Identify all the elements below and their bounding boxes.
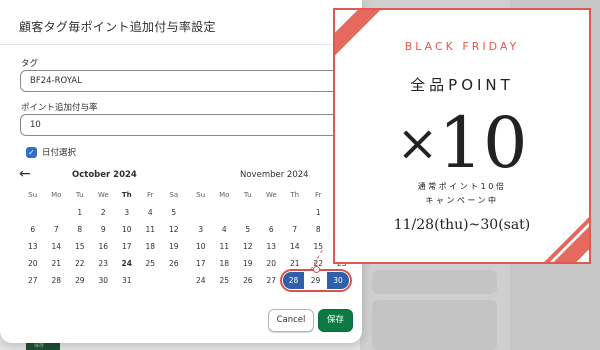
black-friday-promo-card: BLACK FRIDAY 全品POINT ×10 通常ポイント10倍 キャンペー… <box>333 8 591 264</box>
calendar-day[interactable]: 24 <box>115 255 139 272</box>
calendar-day[interactable]: 8 <box>68 221 92 238</box>
calendar-day[interactable]: 6 <box>260 221 284 238</box>
calendar-day[interactable]: 19 <box>162 238 186 255</box>
calendar-october: Su Mo Tu We Th Fr Sa 1 2 3 4 5 6 7 8 9 10 11 12 13 14 15 16 17 1… <box>21 186 186 289</box>
calendar-day[interactable]: 31 <box>115 272 139 289</box>
calendar-day[interactable]: 18 <box>213 255 237 272</box>
promo-event-title: BLACK FRIDAY <box>404 40 520 53</box>
calendar-day[interactable]: 14 <box>45 238 69 255</box>
selected-day-28[interactable]: 28 <box>283 272 304 289</box>
date-select-row[interactable]: ✓ 日付選択 <box>26 146 76 158</box>
calendar-day[interactable]: 3 <box>115 204 139 221</box>
weekday-header: Th <box>290 191 300 199</box>
save-button[interactable]: 保存 <box>318 309 353 332</box>
calendar-day[interactable]: 10 <box>115 221 139 238</box>
promo-headline: 全品POINT <box>410 76 514 94</box>
calendar-day[interactable]: 2 <box>92 204 116 221</box>
calendar-day[interactable]: 1 <box>68 204 92 221</box>
calendar-day[interactable]: 25 <box>139 255 163 272</box>
weekday-header: Mo <box>51 191 62 199</box>
calendar-day[interactable]: 27 <box>21 272 45 289</box>
calendar-day[interactable]: 1 <box>307 204 331 221</box>
weekday-header: Tu <box>243 191 252 199</box>
calendar-day[interactable]: 11 <box>213 238 237 255</box>
calendar-day[interactable]: 3 <box>189 221 213 238</box>
calendar-day[interactable]: 30 <box>92 272 116 289</box>
weekday-header: Mo <box>219 191 230 199</box>
multiply-sign: × <box>396 114 439 172</box>
checkbox-checked-icon[interactable]: ✓ <box>26 146 37 158</box>
rate-label: ポイント追加付与率 <box>21 103 98 113</box>
weekday-header: We <box>97 191 109 199</box>
calendar-day[interactable]: 5 <box>162 204 186 221</box>
weekday-header: Tu <box>75 191 84 199</box>
calendar-day[interactable]: 20 <box>21 255 45 272</box>
cancel-button[interactable]: Cancel <box>268 309 314 332</box>
calendar-day[interactable]: 17 <box>115 238 139 255</box>
previous-month-arrow-icon[interactable]: ← <box>19 166 31 182</box>
callout-dot <box>313 266 320 273</box>
selected-day-29[interactable]: 29 <box>304 272 327 289</box>
calendar-day[interactable]: 29 <box>68 272 92 289</box>
calendar-day[interactable]: 5 <box>236 221 260 238</box>
calendar-day[interactable]: 24 <box>189 272 213 289</box>
weekday-header: Su <box>28 191 38 199</box>
rate-input[interactable]: 10 <box>20 114 350 136</box>
tag-input[interactable]: BF24-ROYAL <box>20 70 350 92</box>
calendar-day[interactable]: 11 <box>139 221 163 238</box>
weekday-header: Sa <box>169 191 179 199</box>
modal-header: 顧客タグ毎ポイント追加付与率設定 <box>0 0 362 45</box>
month-title-october: October 2024 <box>72 170 137 180</box>
calendar-day[interactable]: 13 <box>21 238 45 255</box>
calendar-day[interactable]: 18 <box>139 238 163 255</box>
calendar-day[interactable]: 23 <box>92 255 116 272</box>
tag-label: タグ <box>21 59 39 69</box>
calendar-day[interactable]: 4 <box>139 204 163 221</box>
selected-day-30[interactable]: 30 <box>327 272 349 289</box>
calendar-day[interactable]: 9 <box>92 221 116 238</box>
calendar-day[interactable]: 16 <box>92 238 116 255</box>
calendar-day[interactable]: 20 <box>260 255 284 272</box>
modal-title: 顧客タグ毎ポイント追加付与率設定 <box>19 20 216 34</box>
calendar-day[interactable]: 8 <box>307 221 331 238</box>
multiplier-number: 10 <box>438 102 528 184</box>
calendar-day[interactable]: 13 <box>260 238 284 255</box>
weekday-header: Fr <box>147 191 154 199</box>
calendar-day[interactable]: 26 <box>236 272 260 289</box>
weekday-header: We <box>265 191 277 199</box>
promo-line-2: キャンペーン中 <box>425 196 499 205</box>
date-select-label: 日付選択 <box>42 148 77 158</box>
calendar-day[interactable]: 12 <box>236 238 260 255</box>
weekday-header: Su <box>196 191 206 199</box>
calendar-day[interactable]: 4 <box>213 221 237 238</box>
calendar-day[interactable]: 15 <box>68 238 92 255</box>
weekday-header: Fr <box>315 191 322 199</box>
calendar-day[interactable]: 6 <box>21 221 45 238</box>
tag-point-rate-modal: 顧客タグ毎ポイント追加付与率設定 タグ BF24-ROYAL ポイント追加付与率… <box>0 0 362 343</box>
promo-multiplier: ×10 <box>335 102 589 184</box>
calendar-day[interactable]: 22 <box>68 255 92 272</box>
calendar-day[interactable]: 17 <box>189 255 213 272</box>
calendar-day[interactable]: 21 <box>45 255 69 272</box>
calendar-day[interactable]: 25 <box>213 272 237 289</box>
calendar-day[interactable]: 7 <box>283 221 307 238</box>
promo-line-1: 通常ポイント10倍 <box>417 182 507 191</box>
calendar-day[interactable]: 26 <box>162 255 186 272</box>
calendar-day[interactable]: 7 <box>45 221 69 238</box>
weekday-header: Th <box>121 191 132 199</box>
promo-dates: 11/28(thu)~30(sat) <box>393 217 531 233</box>
calendar-day[interactable]: 12 <box>162 221 186 238</box>
calendar-day[interactable]: 19 <box>236 255 260 272</box>
calendar-day[interactable]: 10 <box>189 238 213 255</box>
calendar-day[interactable]: 28 <box>45 272 69 289</box>
month-title-november: November 2024 <box>240 170 309 180</box>
calendar-day[interactable]: 14 <box>283 238 307 255</box>
